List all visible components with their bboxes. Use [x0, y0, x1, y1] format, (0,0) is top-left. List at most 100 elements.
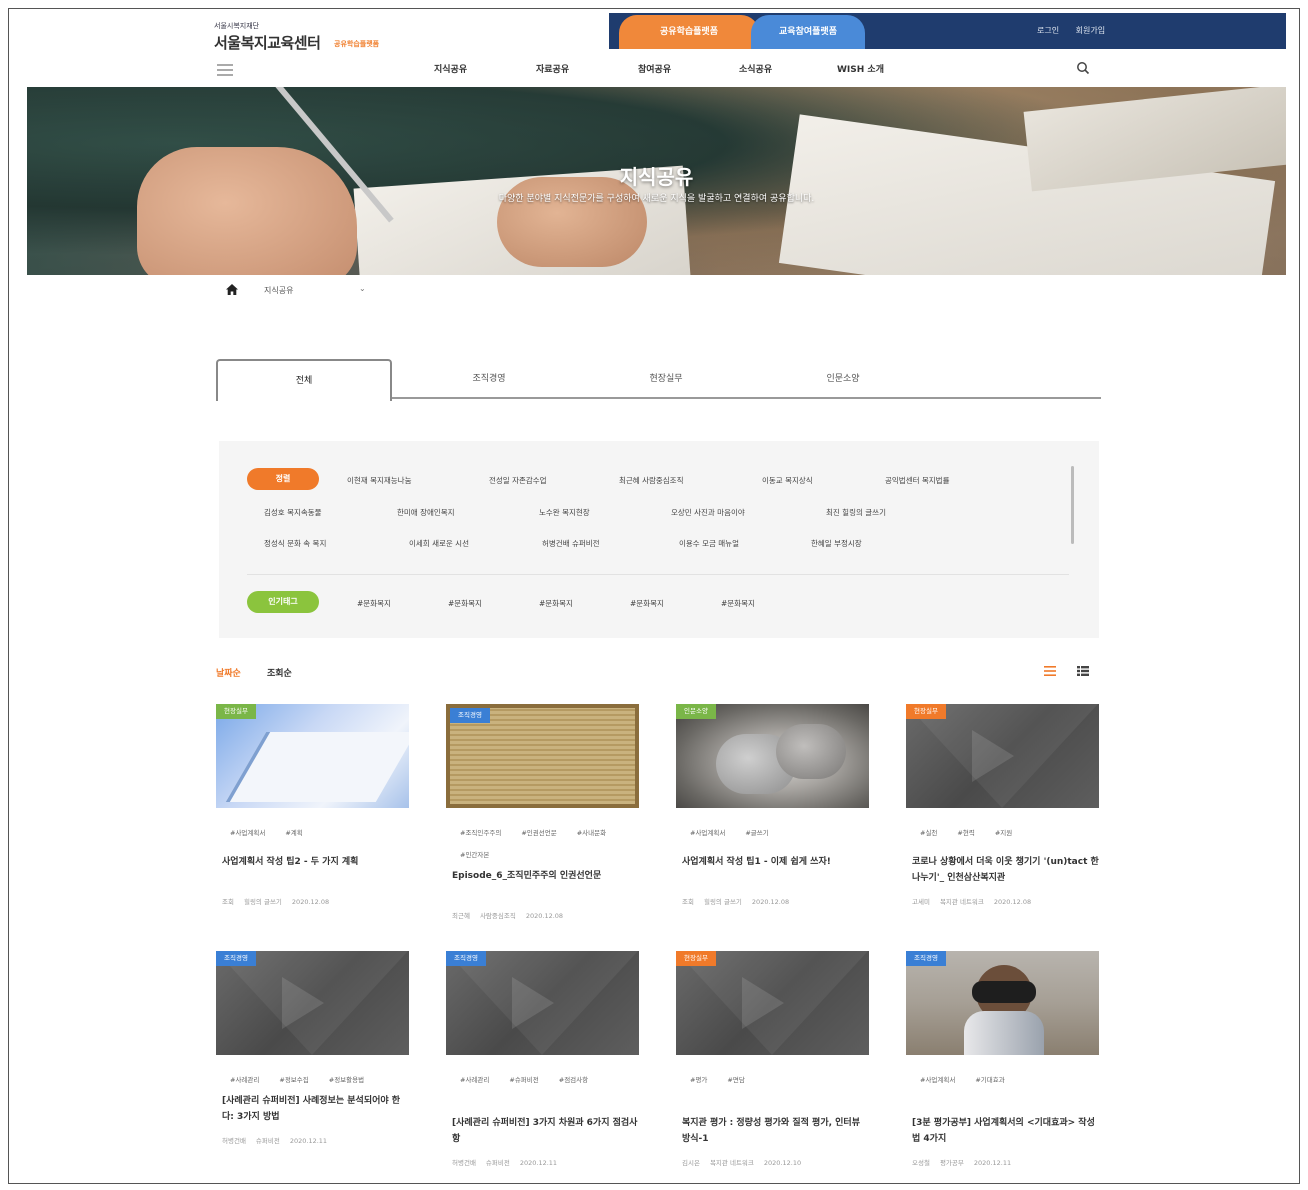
filter-scrollbar[interactable] [1071, 466, 1074, 544]
post-tag[interactable]: #지원 [995, 822, 1012, 844]
nav-item-news[interactable]: 소식공유 [739, 62, 772, 75]
expert-filter[interactable]: 공익법센터 복지법률 [885, 475, 949, 486]
keyword-tag[interactable]: #문화복지 [448, 598, 482, 609]
post-meta: 허병건배 슈퍼비전 2020.12.11 [216, 1135, 409, 1145]
breadcrumb-dropdown-chevron-icon[interactable]: ⌄ [359, 284, 366, 293]
expert-filter[interactable]: 허병건배 슈퍼비전 [542, 538, 600, 549]
keyword-tag[interactable]: #문화복지 [539, 598, 573, 609]
post-title[interactable]: [사례관리 슈퍼비전] 사례정보는 분석되어야 한다: 3가지 방법 [216, 1093, 409, 1127]
post-card[interactable]: 조직경영 #사례관리 #슈퍼비전 #점검사항 [사례관리 슈퍼비전] 3가지 차원과… [446, 951, 639, 1167]
post-channel: 슈퍼비전 [485, 1159, 510, 1167]
keyword-tag[interactable]: #문화복지 [630, 598, 664, 609]
post-thumbnail[interactable]: 조직경영 [446, 951, 639, 1055]
post-author: 조회 [682, 898, 694, 906]
sort-by-date[interactable]: 날짜순 [216, 666, 241, 679]
popular-tag-pill[interactable]: 인기태그 [247, 591, 319, 613]
list-view-icon[interactable] [1077, 666, 1089, 676]
post-thumbnail[interactable]: 조직경영 [446, 704, 639, 808]
post-tag[interactable]: #기대효과 [975, 1069, 1004, 1091]
category-badge: 조직경영 [216, 951, 256, 966]
grid-view-icon[interactable] [1044, 666, 1056, 676]
post-title[interactable]: 사업계획서 작성 팁2 - 두 가지 계획 [216, 854, 409, 888]
expert-filter[interactable]: 한혜일 부정시장 [811, 538, 862, 549]
post-title[interactable]: [사례관리 슈퍼비전] 3가지 차원과 6가지 점검사항 [446, 1115, 639, 1149]
post-tag[interactable]: #면담 [727, 1069, 744, 1091]
expert-filter[interactable]: 이용수 모금 매뉴얼 [679, 538, 739, 549]
post-tag[interactable]: #실천 [920, 822, 937, 844]
keyword-tag[interactable]: #문화복지 [357, 598, 391, 609]
expert-filter[interactable]: 노수완 복지현장 [539, 507, 590, 518]
post-tag[interactable]: #점검사항 [559, 1069, 588, 1091]
post-card[interactable]: 현장실무 #사업계획서 #계획 사업계획서 작성 팁2 - 두 가지 계획 조회 힐… [216, 704, 409, 906]
post-tag[interactable]: #사업계획서 [230, 822, 265, 844]
search-icon[interactable] [1076, 61, 1090, 75]
post-tag[interactable]: #사례관리 [460, 1069, 489, 1091]
post-tag[interactable]: #인권선언문 [521, 822, 556, 844]
page-description: 다양한 분야별 지식전문가를 구성하여 새로운 지식을 발굴하고 연결하여 공유… [498, 194, 815, 204]
tab-all[interactable]: 전체 [216, 359, 392, 401]
post-tag[interactable]: #현력 [957, 822, 974, 844]
thumbnail-binoculars-shape [972, 981, 1036, 1003]
post-tag[interactable]: #사내문화 [577, 822, 606, 844]
expert-filter[interactable]: 이동교 복지상식 [762, 475, 813, 486]
filter-label-pill[interactable]: 정렬 [247, 468, 319, 490]
post-tag[interactable]: #조직인주주의 [460, 822, 501, 844]
page-frame: 서울시복지재단 서울복지교육센터 공유학습플랫폼 공유학습플랫폼 교육참여플랫폼… [8, 8, 1300, 1184]
post-tag[interactable]: #슈퍼비전 [509, 1069, 538, 1091]
expert-filter[interactable]: 한미애 장애인복지 [397, 507, 455, 518]
expert-filter[interactable]: 전성일 자존감수업 [489, 475, 547, 486]
post-title[interactable]: 복지관 평가 : 정량성 평가와 질적 평가, 인터뷰 방식-1 [676, 1115, 869, 1149]
sort-by-views[interactable]: 조회순 [267, 666, 292, 679]
nav-item-knowledge[interactable]: 지식공유 [434, 62, 467, 75]
keyword-tag[interactable]: #문화복지 [721, 598, 755, 609]
post-tag[interactable]: #사업계획서 [920, 1069, 955, 1091]
login-link[interactable]: 로그인 [1037, 26, 1059, 35]
expert-filter[interactable]: 최진 힐링의 글쓰기 [826, 507, 886, 518]
post-tag[interactable]: #사업계획서 [690, 822, 725, 844]
post-tag[interactable]: #정보활용법 [329, 1069, 364, 1091]
expert-filter[interactable]: 오상민 사진과 마음이야 [671, 507, 745, 518]
post-title[interactable]: 코로나 상황에서 더욱 이웃 챙기기 '(un)tact 한 나누기'_ 인천삼… [906, 854, 1099, 888]
post-thumbnail[interactable]: 조직경영 [216, 951, 409, 1055]
breadcrumb-current[interactable]: 지식공유 [264, 285, 293, 296]
post-card[interactable]: 조직경영 #사례관리 #정보수집 #정보활용법 [사례관리 슈퍼비전] 사례정보는 … [216, 951, 409, 1145]
post-thumbnail[interactable]: 인문소양 [676, 704, 869, 808]
post-thumbnail[interactable]: 현장실무 [216, 704, 409, 808]
post-card[interactable]: 현장실무 #평가 #면담 복지관 평가 : 정량성 평가와 질적 평가, 인터뷰 … [676, 951, 869, 1167]
post-tag[interactable]: #인간자본 [460, 844, 489, 866]
post-title[interactable]: Episode_6_조직민주주의 인권선언문 [446, 868, 639, 902]
post-title[interactable]: 사업계획서 작성 팁1 - 이제 쉽게 쓰자! [676, 854, 869, 888]
expert-filter[interactable]: 김성호 복지속동물 [264, 507, 322, 518]
nav-item-participation[interactable]: 참여공유 [638, 62, 671, 75]
join-link[interactable]: 회원가입 [1076, 26, 1105, 35]
platform-tab-education[interactable]: 교육참여플랫폼 [751, 15, 865, 49]
post-card[interactable]: 인문소양 #사업계획서 #글쓰기 사업계획서 작성 팁1 - 이제 쉽게 쓰자! … [676, 704, 869, 906]
tab-organization[interactable]: 조직경영 [434, 359, 544, 399]
post-card[interactable]: 조직경영 #조직인주주의 #인권선언문 #사내문화 #인간자본 Episode_6_조… [446, 704, 639, 920]
post-tag[interactable]: #계획 [285, 822, 302, 844]
post-channel: 힐링의 글쓰기 [703, 898, 742, 906]
post-title[interactable]: [3분 평가공부] 사업계획서의 <기대효과> 작성법 4가지 [906, 1115, 1099, 1149]
post-card[interactable]: 조직경영 #사업계획서 #기대효과 [3분 평가공부] 사업계획서의 <기대효과>… [906, 951, 1099, 1167]
post-thumbnail[interactable]: 현장실무 [906, 704, 1099, 808]
post-thumbnail[interactable]: 조직경영 [906, 951, 1099, 1055]
expert-filter[interactable]: 이현재 복지재능나눔 [347, 475, 411, 486]
post-thumbnail[interactable]: 현장실무 [676, 951, 869, 1055]
nav-item-resources[interactable]: 자료공유 [536, 62, 569, 75]
post-tag[interactable]: #글쓰기 [745, 822, 768, 844]
tab-field-practice[interactable]: 현장실무 [611, 359, 721, 399]
site-logo[interactable]: 서울복지교육센터 [214, 32, 321, 53]
home-icon[interactable] [226, 284, 238, 295]
expert-filter[interactable]: 최근혜 사람중심조직 [619, 475, 683, 486]
post-card[interactable]: 현장실무 #실천 #현력 #지원 코로나 상황에서 더욱 이웃 챙기기 '(un)t… [906, 704, 1099, 906]
nav-item-about-wish[interactable]: WISH 소개 [837, 62, 884, 75]
hamburger-menu-icon[interactable] [217, 64, 233, 76]
expert-filter[interactable]: 이세희 새로운 시선 [409, 538, 469, 549]
post-tag[interactable]: #사례관리 [230, 1069, 259, 1091]
site-header: 서울시복지재단 서울복지교육센터 공유학습플랫폼 공유학습플랫폼 교육참여플랫폼… [9, 9, 1299, 87]
post-tag[interactable]: #정보수집 [279, 1069, 308, 1091]
platform-tab-sharing[interactable]: 공유학습플랫폼 [619, 15, 759, 49]
expert-filter[interactable]: 정성식 문화 속 복지 [264, 538, 326, 549]
post-tag[interactable]: #평가 [690, 1069, 707, 1091]
tab-humanities[interactable]: 인문소양 [788, 359, 898, 399]
